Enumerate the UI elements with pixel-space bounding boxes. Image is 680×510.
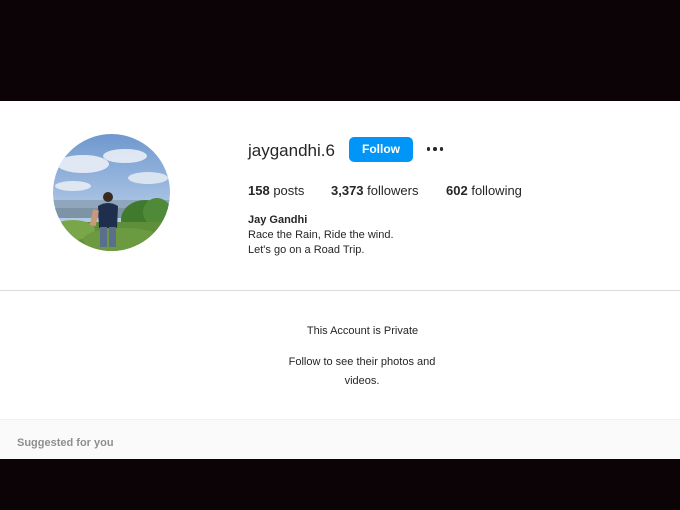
profile-header: jaygandhi.6 Follow 158 posts 3,373 follo… xyxy=(0,101,680,290)
dot xyxy=(439,147,444,151)
posts-label: posts xyxy=(273,183,305,198)
dot xyxy=(433,147,437,151)
private-subtitle: Follow to see their photos and videos. xyxy=(288,356,436,387)
username: jaygandhi.6 xyxy=(248,141,335,160)
following-stat[interactable]: 602 following xyxy=(446,183,522,198)
dot xyxy=(426,147,431,151)
avatar-photo xyxy=(53,134,170,251)
bio-line-1: Race the Rain, Ride the wind. xyxy=(248,229,394,241)
more-dots-icon[interactable] xyxy=(424,138,446,160)
following-label: following xyxy=(471,183,522,198)
bio: Jay Gandhi Race the Rain, Ride the wind.… xyxy=(248,213,394,258)
profile-page: jaygandhi.6 Follow 158 posts 3,373 follo… xyxy=(0,101,680,459)
followers-stat[interactable]: 3,373 followers xyxy=(331,183,418,198)
followers-label: followers xyxy=(367,183,419,198)
private-account-notice: This Account is Private Follow to see th… xyxy=(0,291,680,419)
private-title: This Account is Private xyxy=(306,325,419,337)
posts-stat: 158 posts xyxy=(248,183,304,198)
suggested-heading: Suggested for you xyxy=(17,437,114,449)
full-name: Jay Gandhi xyxy=(248,214,308,226)
avatar[interactable] xyxy=(53,134,170,251)
following-count: 602 xyxy=(446,183,468,198)
divider xyxy=(0,419,680,420)
bio-line-2: Let's go on a Road Trip. xyxy=(248,244,365,256)
posts-count: 158 xyxy=(248,183,270,198)
follow-button[interactable]: Follow xyxy=(349,137,413,162)
followers-count: 3,373 xyxy=(331,183,364,198)
bottom-letterbox xyxy=(0,459,680,510)
top-letterbox xyxy=(0,0,680,101)
